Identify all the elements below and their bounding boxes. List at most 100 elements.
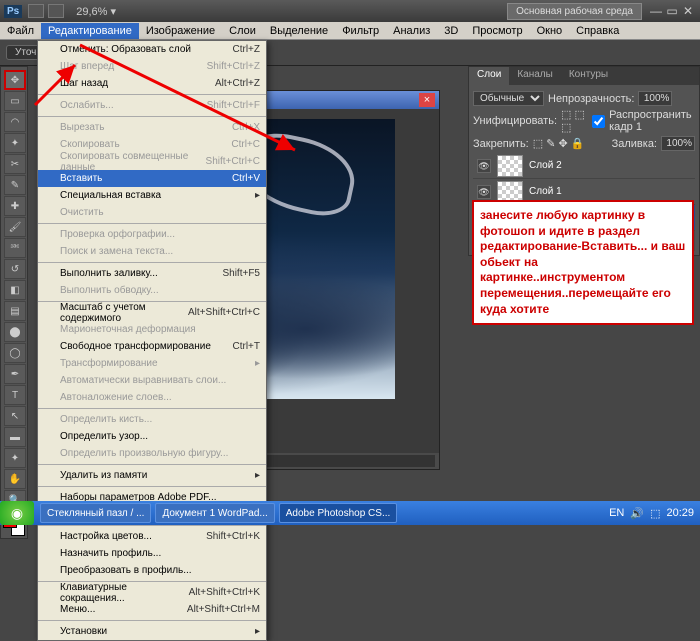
- marquee-tool[interactable]: ▭: [4, 91, 26, 111]
- menuitem[interactable]: Клавиатурные сокращения...Alt+Shift+Ctrl…: [38, 584, 266, 601]
- brush-tool[interactable]: 🖌: [4, 217, 26, 237]
- layer-thumb[interactable]: [497, 155, 523, 177]
- menuitem[interactable]: Специальная вставка▸: [38, 187, 266, 204]
- path-tool[interactable]: ↖: [4, 406, 26, 426]
- 3d-tool[interactable]: ✦: [4, 448, 26, 468]
- menu-анализ[interactable]: Анализ: [386, 23, 437, 39]
- system-tray[interactable]: EN 🔊 ⬚ 20:29: [603, 507, 700, 520]
- eyedropper-tool[interactable]: ✎: [4, 175, 26, 195]
- tray-icon[interactable]: 🔊: [630, 507, 644, 520]
- tab-Каналы[interactable]: Каналы: [509, 67, 561, 85]
- menu-окно[interactable]: Окно: [530, 23, 570, 39]
- visibility-icon[interactable]: 👁: [477, 159, 491, 173]
- menuitem: Марионеточная деформация: [38, 321, 266, 338]
- unify-icon[interactable]: ⬚ ⬚ ⬚: [561, 108, 588, 134]
- layer-name: Слой 2: [529, 160, 562, 171]
- propagate-checkbox[interactable]: [592, 114, 605, 129]
- taskbar-button[interactable]: Adobe Photoshop CS...: [279, 503, 398, 523]
- menuitem: ВырезатьCtrl+X: [38, 119, 266, 136]
- menuitem[interactable]: Настройка цветов...Shift+Ctrl+K: [38, 528, 266, 545]
- heal-tool[interactable]: ✚: [4, 196, 26, 216]
- layer-row[interactable]: 👁 Слой 2: [473, 153, 695, 179]
- edit-menu-dropdown: Отменить: Образовать слойCtrl+ZШаг впере…: [37, 40, 267, 641]
- menu-слои[interactable]: Слои: [222, 23, 263, 39]
- menuitem[interactable]: Определить узор...: [38, 428, 266, 445]
- menu-фильтр[interactable]: Фильтр: [335, 23, 386, 39]
- stamp-tool[interactable]: ⎃: [4, 238, 26, 258]
- menuitem: Автоналожение слоев...: [38, 389, 266, 406]
- menuitem[interactable]: Масштаб с учетом содержимогоAlt+Shift+Ct…: [38, 304, 266, 321]
- opacity-input[interactable]: [638, 91, 672, 106]
- menuitem: Очистить: [38, 204, 266, 221]
- menuitem: Автоматически выравнивать слои...: [38, 372, 266, 389]
- lasso-tool[interactable]: ◠: [4, 112, 26, 132]
- zoom-level[interactable]: 29,6% ▾: [76, 5, 116, 18]
- layer-name: Слой 1: [529, 186, 562, 197]
- hand-tool[interactable]: ✋: [4, 469, 26, 489]
- opacity-label: Непрозрачность:: [548, 93, 634, 105]
- blur-tool[interactable]: ⬤: [4, 322, 26, 342]
- menuitem[interactable]: Свободное трансформированиеCtrl+T: [38, 338, 266, 355]
- fill-input[interactable]: [661, 136, 695, 151]
- propagate-label: Распространить кадр 1: [609, 109, 695, 133]
- shape-tool[interactable]: ▬: [4, 427, 26, 447]
- dodge-tool[interactable]: ◯: [4, 343, 26, 363]
- lock-icons[interactable]: ⬚ ✎ ✥ 🔒: [533, 137, 585, 150]
- unify-label: Унифицировать:: [473, 115, 557, 127]
- menuitem[interactable]: Преобразовать в профиль...: [38, 562, 266, 579]
- menuitem[interactable]: ВставитьCtrl+V: [38, 170, 266, 187]
- app-logo: Ps: [4, 5, 22, 18]
- menuitem: Выполнить обводку...: [38, 282, 266, 299]
- menu-3d[interactable]: 3D: [437, 23, 465, 39]
- menu-выделение[interactable]: Выделение: [263, 23, 335, 39]
- instruction-callout: занесите любую картинку в фотошоп и идит…: [472, 200, 694, 325]
- pen-tool[interactable]: ✒: [4, 364, 26, 384]
- bridge-icon[interactable]: [28, 4, 44, 18]
- tab-Контуры[interactable]: Контуры: [561, 67, 616, 85]
- clock[interactable]: 20:29: [666, 507, 694, 519]
- tab-Слои[interactable]: Слои: [469, 67, 509, 85]
- gradient-tool[interactable]: ▤: [4, 301, 26, 321]
- menuitem: Ослабить...Shift+Ctrl+F: [38, 97, 266, 114]
- menuitem[interactable]: Шаг назадAlt+Ctrl+Z: [38, 75, 266, 92]
- menuitem[interactable]: Отменить: Образовать слойCtrl+Z: [38, 41, 266, 58]
- toolbox: ✥ ▭ ◠ ✦ ✂ ✎ ✚ 🖌 ⎃ ↺ ◧ ▤ ⬤ ◯ ✒ T ↖ ▬ ✦ ✋ …: [0, 66, 28, 539]
- app-titlebar: Ps 29,6% ▾ Основная рабочая среда —▭✕: [0, 0, 700, 22]
- start-button[interactable]: ◉: [0, 501, 34, 525]
- eraser-tool[interactable]: ◧: [4, 280, 26, 300]
- lock-label: Закрепить:: [473, 138, 529, 150]
- wand-tool[interactable]: ✦: [4, 133, 26, 153]
- menuitem[interactable]: Меню...Alt+Shift+Ctrl+M: [38, 601, 266, 618]
- menu-файл[interactable]: Файл: [0, 23, 41, 39]
- history-brush-tool[interactable]: ↺: [4, 259, 26, 279]
- tray-icon[interactable]: ⬚: [650, 507, 660, 520]
- fill-label: Заливка:: [612, 138, 657, 150]
- menu-изображение[interactable]: Изображение: [139, 23, 222, 39]
- blend-mode-select[interactable]: Обычные: [473, 91, 544, 106]
- menuitem[interactable]: Выполнить заливку...Shift+F5: [38, 265, 266, 282]
- menu-справка[interactable]: Справка: [569, 23, 626, 39]
- taskbar-button[interactable]: Документ 1 WordPad...: [155, 503, 274, 523]
- menuitem: Шаг впередShift+Ctrl+Z: [38, 58, 266, 75]
- menu-редактирование[interactable]: Редактирование: [41, 23, 139, 39]
- taskbar-button[interactable]: Стеклянный пазл / ...: [40, 503, 151, 523]
- menuitem: Определить произвольную фигуру...: [38, 445, 266, 462]
- menuitem: Скопировать совмещенные данныеShift+Ctrl…: [38, 153, 266, 170]
- crop-tool[interactable]: ✂: [4, 154, 26, 174]
- menu-просмотр[interactable]: Просмотр: [465, 23, 529, 39]
- menuitem: Проверка орфографии...: [38, 226, 266, 243]
- lang-indicator[interactable]: EN: [609, 507, 624, 519]
- menuitem[interactable]: Назначить профиль...: [38, 545, 266, 562]
- type-tool[interactable]: T: [4, 385, 26, 405]
- workspace-switcher[interactable]: Основная рабочая среда: [507, 3, 642, 20]
- window-controls[interactable]: —▭✕: [648, 4, 696, 18]
- windows-taskbar: ◉ Стеклянный пазл / ...Документ 1 WordPa…: [0, 501, 700, 525]
- menuitem: Трансформирование▸: [38, 355, 266, 372]
- minibridge-icon[interactable]: [48, 4, 64, 18]
- menuitem[interactable]: Удалить из памяти▸: [38, 467, 266, 484]
- move-tool[interactable]: ✥: [4, 70, 26, 90]
- visibility-icon[interactable]: 👁: [477, 185, 491, 199]
- menubar: ФайлРедактированиеИзображениеСлоиВыделен…: [0, 22, 700, 40]
- menuitem[interactable]: Установки▸: [38, 623, 266, 640]
- close-icon[interactable]: ×: [419, 93, 435, 107]
